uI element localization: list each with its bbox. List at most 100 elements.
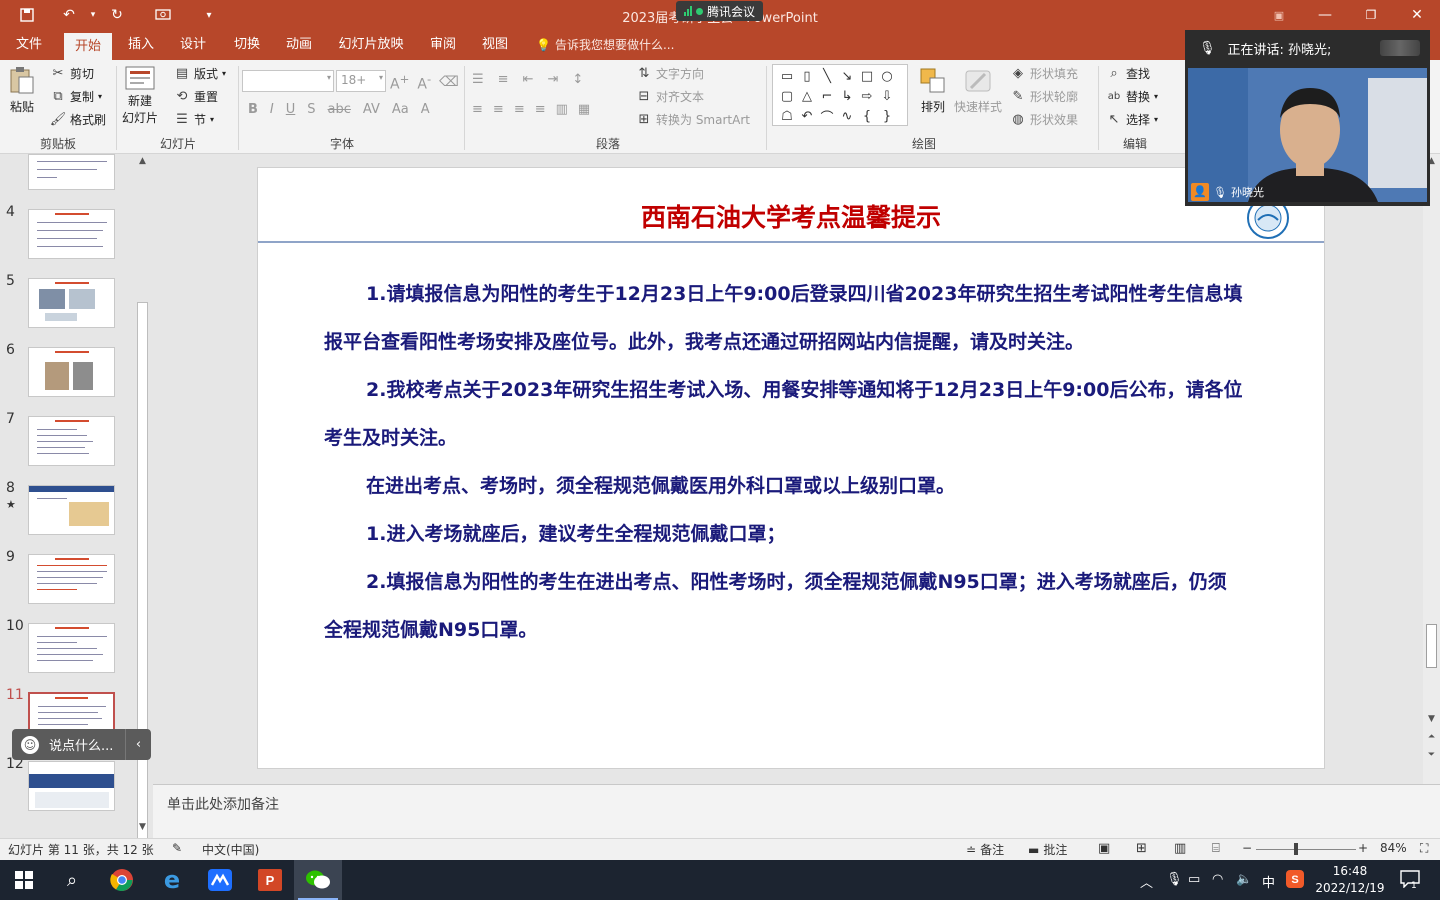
section-button[interactable]: ☰ 节 ▾ [174,111,214,128]
grow-font-icon[interactable]: A+ [390,72,409,93]
shape-effects-button[interactable]: ◍ 形状效果 [1010,111,1078,128]
scroll-up-icon[interactable]: ▲ [135,156,150,170]
down-arrow-shape-icon[interactable]: ⇩ [877,86,897,106]
find-button[interactable]: ⌕ 查找 [1106,65,1150,82]
font-size-select[interactable]: 18+ ▾ [336,70,386,92]
strikethrough-icon[interactable]: abc [328,102,351,117]
arc-shape-icon[interactable]: ⌒ [817,106,837,126]
action-center-icon[interactable] [1400,870,1420,892]
reset-button[interactable]: ⟲ 重置 [174,88,218,105]
microphone-icon[interactable]: 🎙 [1166,872,1183,887]
wechat-icon[interactable] [294,860,342,900]
scroll-down-icon[interactable]: ▼ [1423,714,1440,728]
tab-insert[interactable]: 插入 [118,30,164,60]
slideshow-view-icon[interactable]: ⌸ [1212,841,1220,856]
tab-animations[interactable]: 动画 [276,30,322,60]
smartart-button[interactable]: ⊞ 转换为 SmartArt [636,111,750,128]
bullets-icon[interactable]: ☰ [472,72,484,87]
align-center-icon[interactable]: ≡ [493,102,504,117]
slide-thumbnail[interactable] [28,485,115,535]
cut-button[interactable]: ✂ 剪切 [50,65,94,82]
clear-formatting-icon[interactable]: ⌫ [439,74,459,90]
show-hidden-icons[interactable]: ︿ [1140,872,1153,891]
system-clock[interactable]: 16:48 2022/12/19 [1308,863,1392,897]
scrollbar-thumb[interactable] [1426,624,1437,668]
align-text-button[interactable]: ⊟ 对齐文本 [636,88,704,105]
distributed-icon[interactable]: ▥ [556,102,568,117]
shape-outline-button[interactable]: ✎ 形状轮廓 [1010,88,1078,105]
vertical-textbox-shape-icon[interactable]: ▯ [797,66,817,86]
notes-pane[interactable]: 单击此处添加备注 [153,784,1440,838]
shape-gallery[interactable]: ▭ ▯ ╲ ↘ □ ○ ▢ △ ⌐ ↳ ⇨ ⇩ ☖ ↶ ⌒ ∿{} [772,64,908,126]
reading-view-icon[interactable]: ▥ [1174,841,1186,856]
paste-button[interactable]: 粘贴 [8,66,36,115]
tell-me-search[interactable]: 💡 告诉我您想要做什么... [536,30,674,60]
format-painter-button[interactable]: 🖌 格式刷 [50,111,106,128]
zoom-in-icon[interactable]: + [1358,841,1368,855]
slide-paragraph[interactable]: 2.填报信息为阳性的考生在进出考点、阳性考场时，须全程规范佩戴N95口罩；进入考… [324,558,1244,654]
fit-to-window-icon[interactable]: ⛶ [1420,841,1428,856]
elbow-connector-shape-icon[interactable]: ⌐ [817,86,837,106]
sogou-ime-icon[interactable]: S [1286,870,1304,892]
arrange-button[interactable]: 排列 [918,66,948,115]
close-button[interactable]: ✕ [1402,4,1432,26]
increase-indent-icon[interactable]: ⇥ [547,72,558,87]
powerpoint-icon[interactable]: P [246,860,294,900]
normal-view-icon[interactable]: ▣ [1098,841,1110,856]
ribbon-display-icon[interactable]: ▣ [1264,4,1294,26]
chat-input[interactable]: ☺ 说点什么... ‹ [12,729,151,760]
slide-title[interactable]: 西南石油大学考点温馨提示 [258,198,1324,234]
wifi-icon[interactable]: ◠ [1212,872,1223,887]
tab-design[interactable]: 设计 [170,30,216,60]
slide-paragraph[interactable]: 2.我校考点关于2023年研究生招生考试入场、用餐安排等通知将于12月23日上午… [324,366,1244,462]
tab-file[interactable]: 文件 [6,30,52,60]
shadow-icon[interactable]: S [307,102,315,117]
zoom-out-icon[interactable]: − [1242,841,1252,855]
tab-slideshow[interactable]: 幻灯片放映 [332,30,410,60]
bold-icon[interactable]: B [248,102,258,117]
search-icon[interactable]: ⌕ [48,860,96,900]
textbox-shape-icon[interactable]: ▭ [777,66,797,86]
freeform-shape-icon[interactable]: ☖ [777,106,797,126]
edge-icon[interactable]: e [148,860,196,900]
battery-icon[interactable]: ▭ [1188,872,1200,887]
slide-scrollbar[interactable]: ▲ ▼ ⏶ ⏷ [1423,154,1440,784]
volume-icon[interactable]: 🔈 [1236,872,1252,887]
slide-thumbnail[interactable] [28,554,115,604]
slide-thumbnail[interactable] [28,154,115,190]
slide-thumbnail[interactable] [28,278,115,328]
notes-toggle[interactable]: ≐ 备注 [966,841,1004,858]
underline-icon[interactable]: U [286,102,296,117]
slide-thumbnail[interactable] [28,347,115,397]
font-color-icon[interactable]: A [421,102,430,117]
scroll-down-icon[interactable]: ▼ [135,822,150,836]
align-left-icon[interactable]: ≡ [472,102,483,117]
justify-icon[interactable]: ≡ [535,102,546,117]
tab-view[interactable]: 视图 [472,30,518,60]
triangle-shape-icon[interactable]: △ [797,86,817,106]
comments-toggle[interactable]: ▬ 批注 [1028,841,1067,858]
select-button[interactable]: ↖ 选择 ▾ [1106,111,1158,128]
rounded-rect-shape-icon[interactable]: ▢ [777,86,797,106]
curve-shape-icon[interactable]: ↶ [797,106,817,126]
rectangle-shape-icon[interactable]: □ [857,66,877,86]
right-arrow-shape-icon[interactable]: ⇨ [857,86,877,106]
change-case-icon[interactable]: Aa [392,102,409,117]
shrink-font-icon[interactable]: A- [417,72,431,93]
language-indicator[interactable]: 中文(中国) [202,841,259,858]
new-slide-button[interactable]: 新建 幻灯片 [122,64,158,126]
character-spacing-icon[interactable]: AV [363,102,380,117]
slide-paragraph[interactable]: 1.请填报信息为阳性的考生于12月23日上午9:00后登录四川省2023年研究生… [324,270,1244,366]
zoom-slider[interactable] [1256,849,1356,850]
quick-styles-button[interactable]: 快速样式 [954,66,1002,115]
tab-home[interactable]: 开始 [64,33,112,60]
font-family-select[interactable]: ▾ [242,70,334,92]
right-brace-shape-icon[interactable]: } [877,106,897,126]
meeting-indicator[interactable]: 腾讯会议 [676,1,764,21]
spell-check-icon[interactable]: ✎ [172,841,182,855]
next-slide-icon[interactable]: ⏷ [1423,750,1440,764]
minimize-button[interactable]: — [1310,4,1340,26]
italic-icon[interactable]: I [270,102,274,117]
zoom-slider-thumb[interactable] [1294,843,1298,855]
tab-review[interactable]: 审阅 [420,30,466,60]
